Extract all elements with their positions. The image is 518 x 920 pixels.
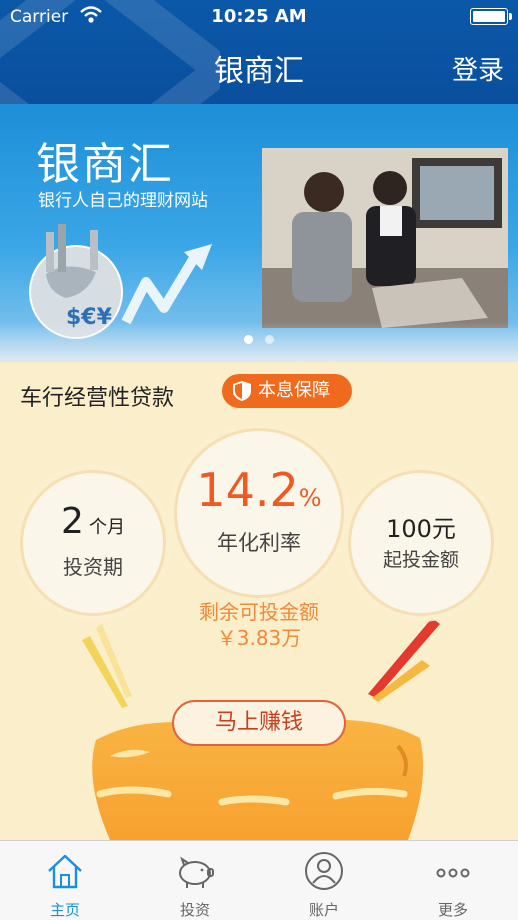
status-time: 10:25 AM — [211, 6, 307, 27]
banner-brand: 银商汇 — [36, 139, 174, 190]
min-invest-circle: 100元 起投金额 — [348, 470, 494, 616]
banner-dot-1[interactable] — [244, 335, 254, 344]
home-icon — [48, 854, 82, 889]
remaining-value: ￥3.83万 — [216, 626, 302, 650]
battery-icon — [470, 8, 512, 25]
period-label: 投资期 — [63, 555, 123, 579]
status-bar: Carrier 10:25 AM — [0, 0, 518, 34]
piggy-bank-icon — [179, 856, 214, 888]
more-icon — [436, 868, 470, 878]
tab-invest[interactable]: 投资 — [130, 841, 260, 920]
guarantee-badge: 本息保障 — [222, 374, 352, 408]
rate-value: 14.2 — [196, 463, 299, 517]
tab-bar: 主页 投资 账户 更多 — [0, 840, 518, 920]
rate-label: 年化利率 — [217, 531, 301, 555]
tab-invest-label: 投资 — [179, 901, 210, 919]
tab-home[interactable]: 主页 — [0, 841, 130, 920]
invest-now-button[interactable]: 马上赚钱 — [172, 700, 346, 746]
tab-more[interactable]: 更多 — [388, 841, 518, 920]
banner-slogan: 银行人自己的理财网站 — [38, 191, 208, 211]
remaining-label: 剩余可投金额 — [199, 600, 319, 624]
min-invest-value: 100元 — [386, 515, 456, 543]
banner-photo — [262, 148, 508, 328]
top-bar: Carrier 10:25 AM 银商汇 登录 — [0, 0, 518, 104]
tab-home-label: 主页 — [49, 901, 80, 919]
promo-banner[interactable]: 银商汇 银行人自己的理财网站 $€¥ — [0, 104, 518, 362]
period-value-row: 2 个月 — [23, 501, 163, 542]
login-button[interactable]: 登录 — [452, 50, 504, 87]
product-title: 车行经营性贷款 — [20, 386, 175, 411]
tab-account[interactable]: 账户 — [259, 841, 389, 920]
min-invest-label: 起投金额 — [382, 549, 459, 571]
shield-icon — [233, 381, 251, 401]
banner-dot-2[interactable] — [264, 335, 274, 344]
period-circle: 2 个月 投资期 — [20, 470, 166, 616]
tab-account-label: 账户 — [308, 901, 339, 919]
rate-value-row: 14.2% — [177, 463, 341, 517]
user-icon — [305, 852, 343, 890]
period-unit: 个月 — [89, 517, 125, 538]
tab-more-label: 更多 — [437, 901, 468, 919]
period-value: 2 — [61, 501, 84, 542]
guarantee-badge-label: 本息保障 — [258, 380, 330, 401]
banner-pagination[interactable] — [0, 329, 518, 348]
page-title: 银商汇 — [214, 54, 304, 89]
rate-unit: % — [298, 484, 322, 512]
rate-circle: 14.2% 年化利率 — [174, 428, 344, 598]
